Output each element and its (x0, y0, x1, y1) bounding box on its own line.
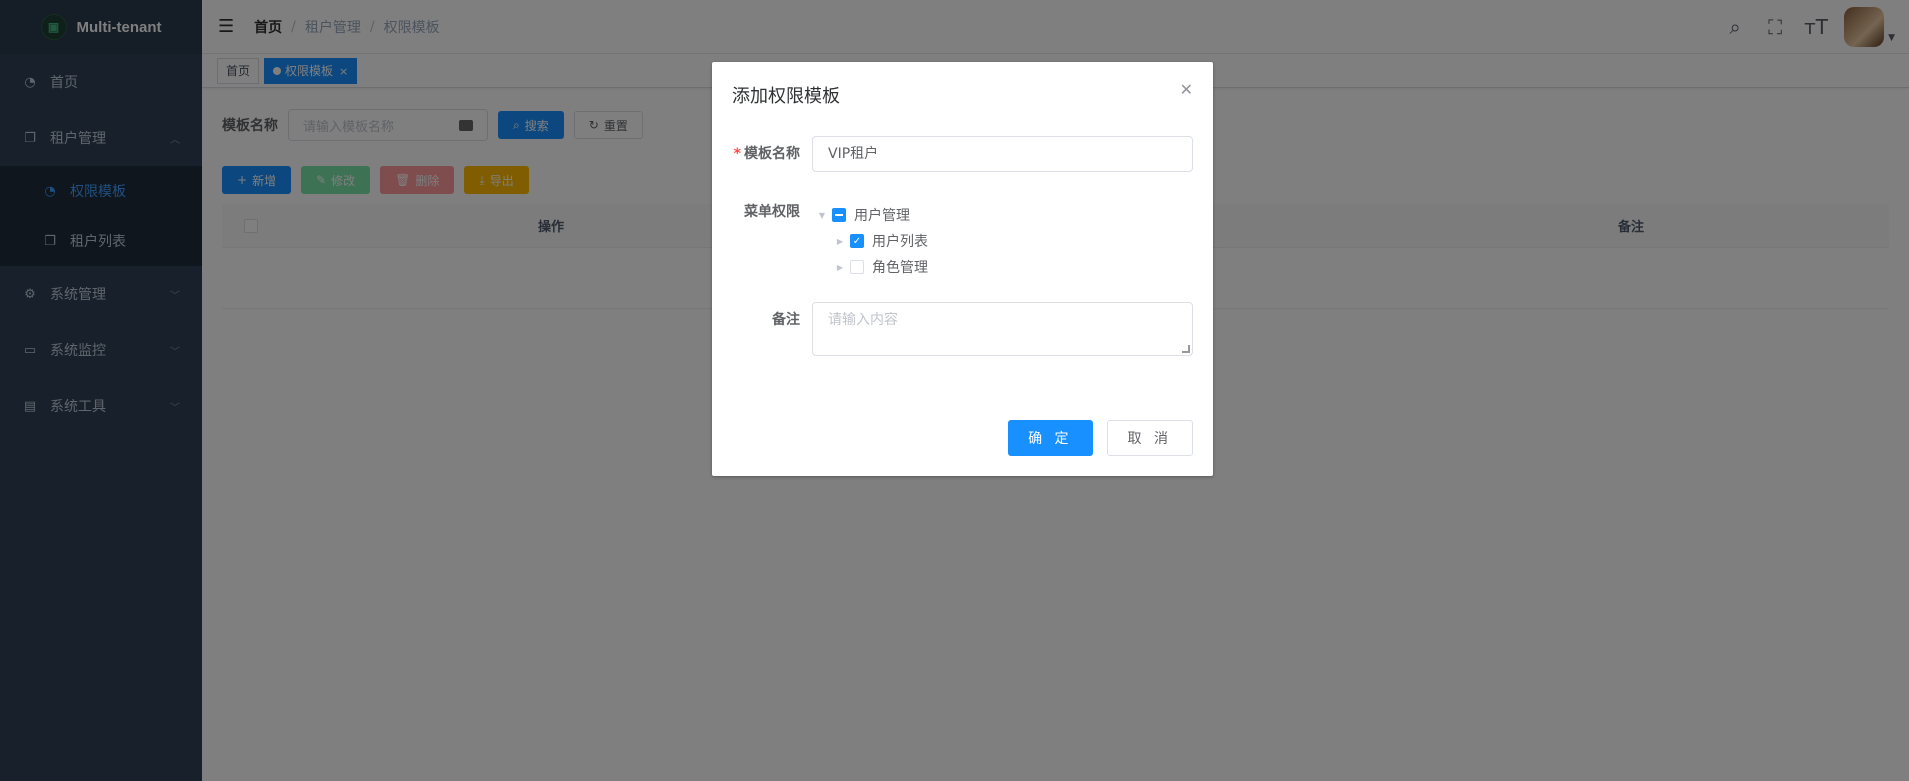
caret-right-icon[interactable]: ▶ (830, 237, 850, 246)
tree-node-user-management[interactable]: ▼ 用户管理 (812, 202, 1193, 228)
tree-node-role-management[interactable]: ▶ 角色管理 (812, 254, 1193, 280)
remark-textarea[interactable]: 请输入内容 (812, 302, 1193, 356)
dialog-header: 添加权限模板 ✕ (712, 62, 1213, 116)
dialog-title: 添加权限模板 (732, 86, 840, 107)
form-row-name: * 模板名称 VIP租户 (732, 136, 1193, 172)
tree-node-user-list[interactable]: ▶ ✓ 用户列表 (812, 228, 1193, 254)
tree-checkbox-user-management[interactable] (832, 208, 846, 222)
caret-down-icon[interactable]: ▼ (812, 211, 832, 220)
caret-right-icon[interactable]: ▶ (830, 263, 850, 272)
add-template-dialog: 添加权限模板 ✕ * 模板名称 VIP租户 菜单权限 ▼ 用户管理 ▶ ✓ 用户列… (712, 62, 1213, 476)
confirm-button[interactable]: 确 定 (1008, 420, 1093, 456)
resize-handle[interactable] (1182, 345, 1190, 353)
remark-label: 备注 (772, 312, 800, 328)
dialog-body: * 模板名称 VIP租户 菜单权限 ▼ 用户管理 ▶ ✓ 用户列表 ▶ 角色管理… (712, 116, 1213, 356)
menu-label: 菜单权限 (744, 204, 800, 220)
name-label: 模板名称 (744, 146, 800, 162)
cancel-button[interactable]: 取 消 (1106, 420, 1193, 456)
required-mark: * (733, 146, 741, 162)
template-name-field[interactable]: VIP租户 (812, 136, 1193, 172)
form-row-remark: 备注 请输入内容 (732, 302, 1193, 356)
tree-checkbox-role-management[interactable] (850, 260, 864, 274)
menu-tree: ▼ 用户管理 ▶ ✓ 用户列表 ▶ 角色管理 (812, 194, 1193, 280)
form-row-menu: 菜单权限 ▼ 用户管理 ▶ ✓ 用户列表 ▶ 角色管理 (732, 194, 1193, 280)
close-icon[interactable]: ✕ (1180, 80, 1193, 99)
dialog-footer: 确 定 取 消 (1008, 420, 1193, 456)
tree-checkbox-user-list[interactable]: ✓ (850, 234, 864, 248)
